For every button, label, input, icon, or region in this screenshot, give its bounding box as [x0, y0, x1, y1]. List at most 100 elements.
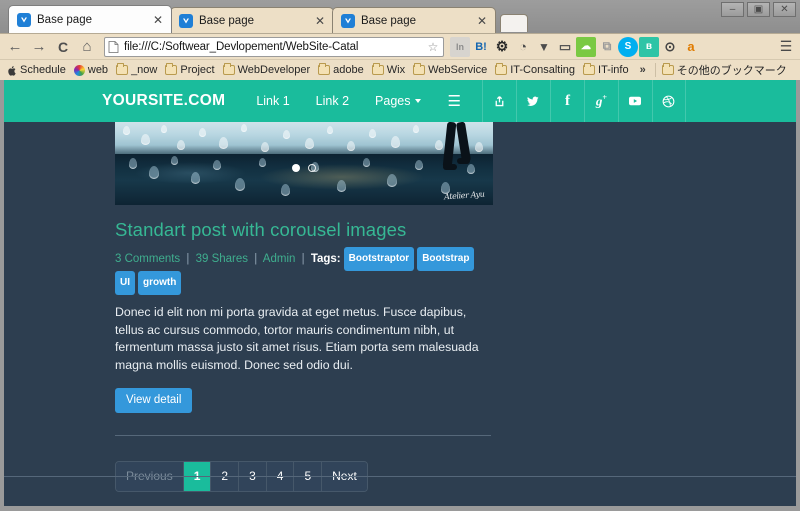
footer-divider	[4, 476, 796, 477]
post-tag-badge[interactable]: Bootstrap	[417, 247, 475, 271]
site-brand[interactable]: YOURSITE.COM	[102, 80, 243, 122]
bookmark-other-bookmarks[interactable]: その他のブックマーク	[659, 61, 792, 79]
color-wheel-icon	[73, 64, 85, 76]
bitly-icon[interactable]: в	[639, 36, 659, 57]
browser-tab-1[interactable]: Base page ✕	[8, 5, 172, 33]
pocket-icon[interactable]: ▼	[534, 37, 554, 57]
bookmark-it-info[interactable]: IT-info	[580, 63, 634, 77]
bookmark-label: その他のブックマーク	[676, 65, 787, 77]
hatena-bookmark-icon[interactable]: B!	[471, 37, 491, 57]
browser-tab-2[interactable]: Base page ✕	[170, 7, 334, 33]
extension-label: ▭	[558, 38, 572, 54]
carousel-indicators	[115, 164, 493, 172]
tab-favicon-icon	[179, 13, 193, 28]
page-document-icon	[108, 40, 121, 53]
tab-title: Base page	[361, 14, 416, 27]
extension-label: B!	[475, 40, 487, 53]
post-tag-badge[interactable]: growth	[138, 271, 182, 295]
bookmark-web[interactable]: web	[71, 63, 113, 77]
window-controls: – ▣ ✕	[721, 2, 796, 17]
share-icon[interactable]	[481, 80, 516, 122]
bookmarks-bar: Schedule web _now Project WebDeveloper a…	[0, 59, 800, 80]
home-icon[interactable]: ⌂	[76, 36, 98, 58]
chromecast-icon[interactable]: ▭	[555, 37, 575, 57]
site-navbar: YOURSITE.COM Link 1 Link 2 Pages ☰ f g+	[4, 80, 796, 122]
carousel-dot-1[interactable]	[292, 164, 300, 172]
bookmark-wix[interactable]: Wix	[369, 63, 410, 77]
post-tag-badge[interactable]: UI	[115, 271, 135, 295]
extension-toolbar: In B! ⚙ ◔ ▼ ▭ ☁ ⧉ S в ⊙ a	[450, 36, 774, 57]
evernote-elephant-icon[interactable]: ◔	[513, 37, 533, 57]
amazon-icon[interactable]: a	[681, 37, 701, 57]
close-button[interactable]: ✕	[773, 2, 796, 17]
meta-separator: |	[254, 253, 258, 265]
page-viewport: YOURSITE.COM Link 1 Link 2 Pages ☰ f g+ …	[0, 80, 800, 511]
bookmark-star-icon[interactable]: ☆	[426, 40, 440, 54]
folder-icon	[661, 63, 674, 75]
skype-icon[interactable]: S	[618, 36, 638, 57]
carousel-dot-2[interactable]	[308, 164, 316, 172]
linkedin-extension-icon[interactable]: In	[450, 36, 470, 57]
extension-label: S	[624, 41, 632, 52]
nav-link-2[interactable]: Link 2	[303, 80, 362, 122]
tab-close-icon[interactable]: ✕	[151, 13, 165, 27]
maximize-button[interactable]: ▣	[747, 2, 770, 17]
post-author-link[interactable]: Admin	[263, 253, 296, 265]
record-icon[interactable]: ⊙	[660, 37, 680, 57]
post-title[interactable]: Standart post with corousel images	[115, 219, 493, 241]
nav-dropdown-pages[interactable]: Pages	[362, 80, 434, 122]
bookmark-label: WebService	[428, 64, 488, 76]
screenshot-icon[interactable]: ⧉	[597, 37, 617, 57]
bookmark-webservice[interactable]: WebService	[410, 63, 492, 77]
youtube-icon[interactable]	[617, 80, 652, 122]
post-comments-link[interactable]: 3 Comments	[115, 253, 180, 265]
bookmark-label: web	[87, 64, 109, 76]
folder-icon	[165, 63, 178, 75]
bookmark-label: IT-info	[598, 64, 629, 76]
folder-icon	[583, 63, 596, 75]
post-tags-label: Tags:	[310, 253, 341, 265]
new-tab-button[interactable]	[500, 14, 528, 32]
post-carousel[interactable]: Atelier Ayu	[115, 122, 493, 205]
browser-menu-icon[interactable]: ☰	[776, 37, 796, 57]
apple-icon	[7, 65, 17, 76]
minimize-button[interactable]: –	[721, 2, 744, 17]
tab-favicon-icon	[341, 13, 355, 28]
twitter-icon[interactable]	[515, 80, 550, 122]
tab-strip: Base page ✕ Base page ✕ Base page ✕ – ▣ …	[0, 0, 800, 33]
bookmark-project[interactable]: Project	[162, 63, 219, 77]
dribbble-icon[interactable]	[651, 80, 686, 122]
settings-gear-icon[interactable]: ⚙	[492, 37, 512, 57]
browser-tab-3[interactable]: Base page ✕	[332, 7, 496, 33]
post-tag-badge[interactable]: Bootstraptor	[343, 247, 415, 271]
bookmark-it-consalting[interactable]: IT-Consalting	[492, 63, 580, 77]
bookmark-schedule[interactable]: Schedule	[4, 63, 71, 77]
tab-close-icon[interactable]: ✕	[313, 14, 327, 28]
extension-label: a	[687, 39, 695, 54]
folder-icon	[495, 63, 508, 75]
post-shares-link[interactable]: 39 Shares	[196, 253, 248, 265]
forward-icon[interactable]: →	[28, 36, 50, 58]
view-detail-button[interactable]: View detail	[115, 388, 193, 413]
bookmarks-divider	[654, 63, 656, 77]
meta-separator: |	[186, 253, 190, 265]
folder-icon	[413, 63, 426, 75]
address-bar[interactable]: file:///C:/Softwear_Devlopement/WebSite-…	[104, 36, 444, 57]
bookmark-adobe[interactable]: adobe	[315, 63, 369, 77]
extension-label: ▼	[538, 39, 550, 54]
nav-link-1[interactable]: Link 1	[243, 80, 302, 122]
nav-hamburger-icon[interactable]: ☰	[434, 80, 473, 122]
back-icon[interactable]: ←	[4, 36, 26, 58]
cloud-upload-icon[interactable]: ☁	[576, 36, 596, 57]
reload-icon[interactable]: C	[52, 36, 74, 58]
tab-title: Base page	[199, 14, 254, 27]
bookmarks-overflow-icon[interactable]: »	[634, 64, 652, 76]
extension-label: ⊙	[664, 38, 676, 54]
bookmark-webdeveloper[interactable]: WebDeveloper	[220, 63, 316, 77]
extension-label: в	[645, 41, 653, 52]
bookmark-now[interactable]: _now	[113, 63, 162, 77]
chevron-down-icon	[415, 99, 422, 103]
facebook-icon[interactable]: f	[549, 80, 584, 122]
google-plus-icon[interactable]: g+	[583, 80, 618, 122]
tab-close-icon[interactable]: ✕	[475, 14, 489, 28]
